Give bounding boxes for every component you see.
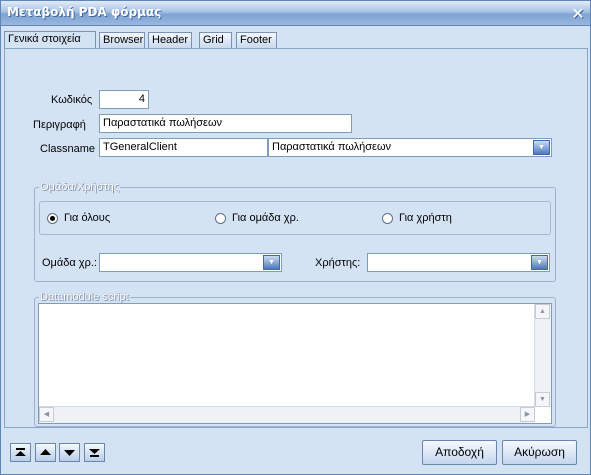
user-group-label: Ομάδα χρ.: <box>42 257 97 269</box>
window-title: Μεταβολή PDA φόρμας <box>7 5 162 19</box>
first-icon <box>15 448 26 456</box>
tab-header[interactable]: Header <box>148 32 192 48</box>
tab-grid[interactable]: Grid <box>199 32 232 48</box>
radio-all-label: Για όλους <box>64 212 111 224</box>
radio-user-dot[interactable] <box>382 212 393 224</box>
user-group-title: Ομάδα/Χρήστης <box>39 181 121 193</box>
close-icon[interactable]: ✕ <box>570 6 586 22</box>
scroll-left-icon[interactable]: ◀ <box>39 407 54 422</box>
radio-user[interactable]: Για χρήστη <box>382 212 452 224</box>
previous-record-button[interactable] <box>35 443 56 462</box>
scroll-down-icon[interactable]: ▼ <box>535 392 550 407</box>
up-icon <box>40 449 51 455</box>
radio-all[interactable]: Για όλους <box>47 212 110 224</box>
down-icon <box>64 450 75 456</box>
title-bar[interactable]: Μεταβολή PDA φόρμας ✕ <box>1 1 590 26</box>
vertical-scrollbar[interactable]: ▲ ▼ <box>534 304 551 407</box>
tab-footer[interactable]: Footer <box>236 32 277 48</box>
scroll-up-icon[interactable]: ▲ <box>535 304 550 319</box>
radio-group[interactable]: Για ομάδα χρ. <box>215 212 299 224</box>
chevron-down-icon[interactable]: ▼ <box>531 255 548 270</box>
dialog-footer: Αποδοχή Ακύρωση <box>1 431 590 474</box>
description-input[interactable]: Παραστατικά πωλήσεων <box>99 114 352 133</box>
horizontal-scrollbar[interactable]: ◀ ▶ <box>39 406 535 423</box>
last-record-button[interactable] <box>84 443 105 462</box>
radio-user-label: Για χρήστη <box>399 212 452 224</box>
classname-select[interactable]: Παραστατικά πωλήσεων ▼ <box>268 138 552 157</box>
scroll-right-icon[interactable]: ▶ <box>520 407 535 422</box>
next-record-button[interactable] <box>59 443 80 462</box>
radio-all-dot[interactable] <box>47 212 58 224</box>
user-label: Χρήστης: <box>315 257 361 269</box>
chevron-down-icon[interactable]: ▼ <box>263 255 280 270</box>
user-select[interactable]: ▼ <box>367 253 550 272</box>
script-group-title: Datamodule script <box>39 291 130 303</box>
classname-select-value: Παραστατικά πωλήσεων <box>272 141 392 153</box>
classname-label: Classname <box>40 143 96 155</box>
ok-button[interactable]: Αποδοχή <box>422 440 497 465</box>
classname-input[interactable]: TGeneralClient <box>99 138 268 157</box>
cancel-button[interactable]: Ακύρωση <box>502 440 577 465</box>
code-input[interactable]: 4 <box>99 90 149 109</box>
tab-general[interactable]: Γενικά στοιχεία <box>4 31 96 49</box>
chevron-down-icon[interactable]: ▼ <box>533 140 550 155</box>
first-record-button[interactable] <box>10 443 31 462</box>
user-group-select[interactable]: ▼ <box>99 253 282 272</box>
radio-group-dot[interactable] <box>215 212 226 224</box>
radio-group-label: Για ομάδα χρ. <box>232 212 299 224</box>
description-label: Περιγραφή <box>33 119 86 131</box>
tab-browser[interactable]: Browser <box>99 32 145 48</box>
last-icon <box>89 449 100 457</box>
script-textarea[interactable]: ▲ ▼ ◀ ▶ <box>38 303 552 424</box>
dialog-window: Μεταβολή PDA φόρμας ✕ Γενικά στοιχεία Br… <box>0 0 591 475</box>
code-label: Κωδικός <box>51 94 93 106</box>
